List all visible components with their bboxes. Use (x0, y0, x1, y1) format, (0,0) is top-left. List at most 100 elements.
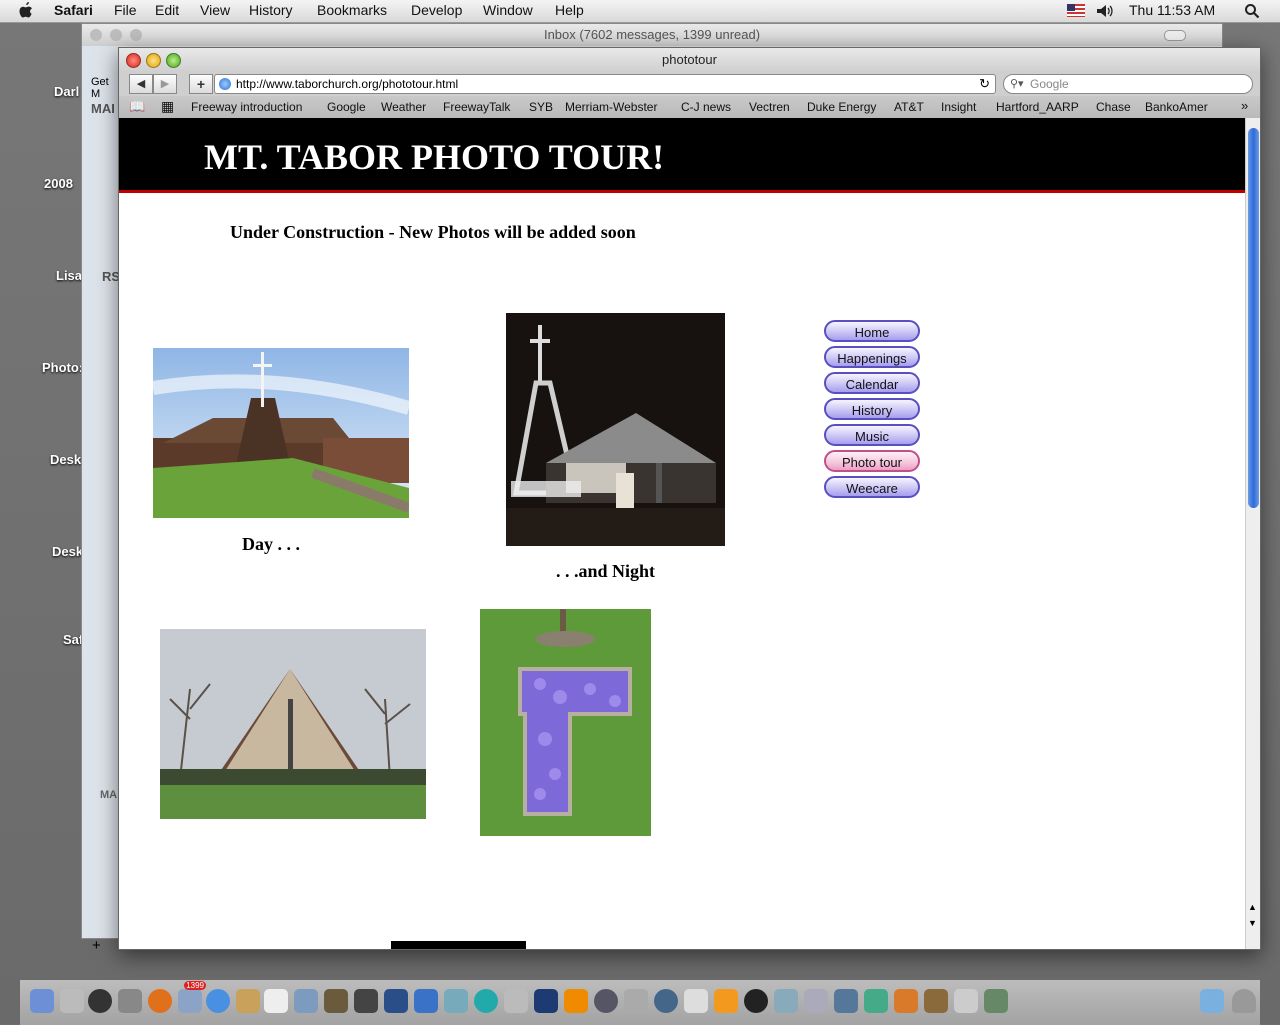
vlc-icon[interactable] (714, 989, 738, 1013)
app-icon[interactable] (864, 989, 888, 1013)
textedit-icon[interactable] (384, 989, 408, 1013)
zoom-button[interactable] (166, 53, 181, 68)
menu-history[interactable]: History (249, 2, 293, 18)
itunes-icon[interactable] (414, 989, 438, 1013)
top-sites-grid-icon[interactable]: ▦ (161, 98, 174, 115)
nav-music-button[interactable]: Music (824, 424, 920, 446)
trash-icon[interactable] (1232, 989, 1256, 1013)
flag-us-icon[interactable] (1067, 4, 1085, 17)
photoshop-icon[interactable] (534, 989, 558, 1013)
garageband-icon[interactable] (444, 989, 468, 1013)
app-icon[interactable] (624, 989, 648, 1013)
desktop-icon-label[interactable]: Photo: (42, 360, 83, 375)
app-icon[interactable] (804, 989, 828, 1013)
add-bookmark-button[interactable]: + (189, 74, 213, 94)
bookmark-item[interactable]: Chase (1096, 100, 1131, 114)
ical-icon[interactable] (264, 989, 288, 1013)
firefox-icon[interactable] (148, 989, 172, 1013)
acrobat-icon[interactable] (684, 989, 708, 1013)
close-button[interactable] (126, 53, 141, 68)
nav-home-button[interactable]: Home (824, 320, 920, 342)
bookmark-item[interactable]: BankoAmer (1145, 100, 1208, 114)
bookmark-item[interactable]: Duke Energy (807, 100, 876, 114)
spotlight-search-icon[interactable] (1244, 3, 1260, 19)
bookmark-item[interactable]: Insight (941, 100, 976, 114)
safari-icon[interactable] (206, 989, 230, 1013)
forward-button[interactable]: ▶ (153, 74, 177, 94)
nav-calendar-button[interactable]: Calendar (824, 372, 920, 394)
utility-icon[interactable] (504, 989, 528, 1013)
reload-icon[interactable]: ↻ (979, 75, 990, 93)
app-icon[interactable] (894, 989, 918, 1013)
mail-get-mail-button[interactable]: Get M (91, 76, 120, 100)
mail-add-button[interactable]: + (92, 937, 101, 954)
iphoto-icon[interactable] (324, 989, 348, 1013)
bookmark-item[interactable]: Vectren (749, 100, 790, 114)
nav-photo-tour-button[interactable]: Photo tour (824, 450, 920, 472)
bookmark-item[interactable]: AT&T (894, 100, 924, 114)
address-bar[interactable]: http://www.taborchurch.org/phototour.htm… (214, 74, 996, 94)
bookmark-item[interactable]: FreewayTalk (443, 100, 510, 114)
menu-develop[interactable]: Develop (411, 2, 462, 18)
address-book-icon[interactable] (236, 989, 260, 1013)
menu-edit[interactable]: Edit (155, 2, 179, 18)
app-icon[interactable] (984, 989, 1008, 1013)
menubar-clock[interactable]: Thu 11:53 AM (1129, 2, 1215, 18)
finder-icon[interactable] (30, 989, 54, 1013)
bookmark-item[interactable]: C-J news (681, 100, 731, 114)
illustrator-icon[interactable] (564, 989, 588, 1013)
mail-zoom-button[interactable] (130, 29, 142, 41)
app-icon[interactable] (924, 989, 948, 1013)
system-preferences-icon[interactable] (118, 989, 142, 1013)
nav-weecare-button[interactable]: Weecare (824, 476, 920, 498)
time-machine-icon[interactable] (594, 989, 618, 1013)
mail-close-button[interactable] (90, 29, 102, 41)
bookmark-item[interactable]: Hartford_AARP (996, 100, 1079, 114)
mail-sidebar: Get M MAI RS MA + (82, 46, 120, 954)
desktop-icon-label[interactable]: 2008 (44, 176, 73, 191)
vertical-scrollbar[interactable]: ▲ ▼ (1245, 118, 1260, 949)
app-icon[interactable] (774, 989, 798, 1013)
dashboard-icon[interactable] (88, 989, 112, 1013)
desktop-icon-label[interactable]: Desk (50, 452, 81, 467)
bookmarks-bar: 📖 ▦ Freeway introduction Google Weather … (119, 96, 1260, 119)
bookmark-item[interactable]: Weather (381, 100, 426, 114)
scrollbar-thumb[interactable] (1248, 128, 1259, 508)
imovie-icon[interactable] (354, 989, 378, 1013)
preview-icon[interactable] (294, 989, 318, 1013)
quicktime-icon[interactable] (654, 989, 678, 1013)
bookmark-item[interactable]: Google (327, 100, 366, 114)
app-icon[interactable] (744, 989, 768, 1013)
mail-toolbar-toggle[interactable] (1164, 30, 1186, 41)
nav-history-button[interactable]: History (824, 398, 920, 420)
back-button[interactable]: ◀ (129, 74, 153, 94)
bookmark-item[interactable]: Freeway introduction (191, 100, 302, 114)
app-icon[interactable] (834, 989, 858, 1013)
apple-menu-icon[interactable] (18, 1, 34, 19)
app-icon[interactable] (954, 989, 978, 1013)
calculator-icon[interactable] (60, 989, 84, 1013)
menu-help[interactable]: Help (555, 2, 584, 18)
desktop-icon-label[interactable]: Lisa (56, 268, 82, 283)
mail-minimize-button[interactable] (110, 29, 122, 41)
mail-icon[interactable]: 1399 (178, 981, 206, 1013)
bookmarks-overflow-chevron-icon[interactable]: » (1241, 98, 1248, 113)
documents-folder-icon[interactable] (1200, 989, 1224, 1013)
scroll-down-arrow-icon[interactable]: ▼ (1248, 918, 1257, 928)
desktop-icon-label[interactable]: Desk (52, 544, 83, 559)
scroll-up-arrow-icon[interactable]: ▲ (1248, 902, 1257, 912)
menu-view[interactable]: View (200, 2, 230, 18)
bookmark-item[interactable]: Merriam-Webster (565, 100, 657, 114)
menu-bookmarks[interactable]: Bookmarks (317, 2, 387, 18)
minimize-button[interactable] (146, 53, 161, 68)
search-field[interactable]: ⚲▾ Google (1003, 74, 1253, 94)
volume-icon[interactable] (1095, 3, 1115, 19)
ichat-icon[interactable] (474, 989, 498, 1013)
bookmarks-book-icon[interactable]: 📖 (129, 99, 145, 115)
menu-app-name[interactable]: Safari (54, 2, 93, 18)
nav-happenings-button[interactable]: Happenings (824, 346, 920, 368)
menu-file[interactable]: File (114, 2, 137, 18)
bookmark-item[interactable]: SYB (529, 100, 553, 114)
menu-window[interactable]: Window (483, 2, 533, 18)
desktop-icon-label[interactable]: Darl (54, 84, 79, 99)
